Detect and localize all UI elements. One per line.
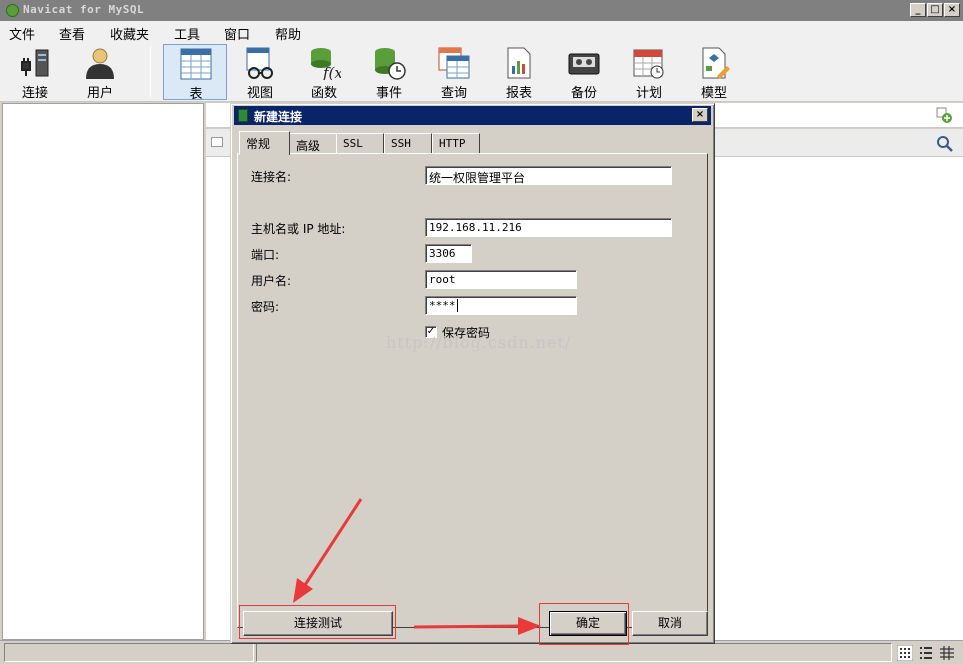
tab-general[interactable]: 常规 — [239, 131, 290, 155]
annotation-arrow-line-2 — [413, 624, 523, 629]
annotation-arrow-head-1 — [293, 578, 313, 603]
annotation-arrows — [293, 498, 541, 635]
annotation-arrow-head-2 — [518, 617, 541, 635]
annotation-arrow-line-1 — [303, 498, 363, 586]
